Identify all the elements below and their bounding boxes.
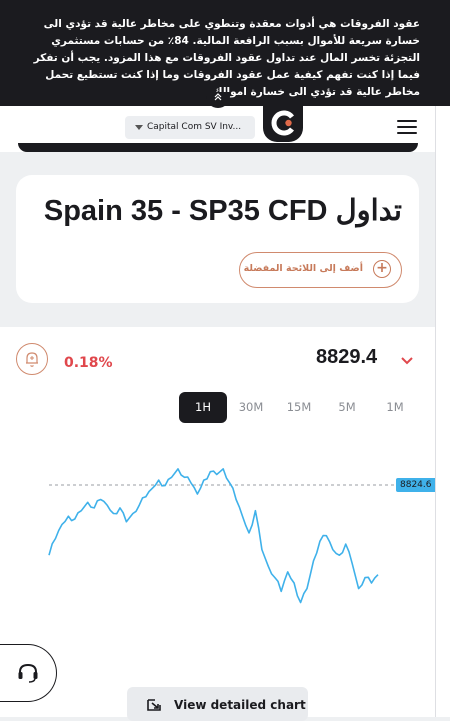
bell-icon bbox=[26, 352, 38, 367]
entity-selector[interactable]: Capital Com SV Inv... bbox=[125, 116, 255, 139]
timeframe-5m[interactable]: 5M bbox=[323, 392, 371, 423]
last-price-label: 8824.6 bbox=[396, 478, 436, 493]
timeframe-1h[interactable]: 1H bbox=[179, 392, 227, 423]
hamburger-menu-icon[interactable] bbox=[397, 120, 417, 134]
risk-warning-banner: عقود الفروقات هي أدوات معقدة وتنطوي على … bbox=[0, 0, 450, 106]
price-alert-button[interactable] bbox=[16, 343, 48, 375]
caret-down-icon bbox=[135, 125, 143, 130]
page-title: تداول Spain 35 - SP35 CFD bbox=[43, 195, 402, 227]
risk-warning-text: عقود الفروقات هي أدوات معقدة وتنطوي على … bbox=[33, 18, 420, 98]
timeframe-1m[interactable]: 1M bbox=[371, 392, 419, 423]
add-to-favorites-button[interactable]: + أضف إلى اللائحة المفضلة bbox=[239, 252, 402, 288]
add-to-favorites-label: أضف إلى اللائحة المفضلة bbox=[243, 263, 363, 274]
current-price: 8829.4 bbox=[316, 346, 378, 368]
capital-com-logo[interactable] bbox=[263, 104, 303, 142]
divider bbox=[435, 106, 436, 717]
right-edge-strip bbox=[436, 0, 450, 717]
expand-arrow-icon bbox=[147, 699, 161, 711]
timeframe-15m[interactable]: 15M bbox=[275, 392, 323, 423]
price-chart[interactable] bbox=[0, 427, 436, 627]
plus-circle-icon: + bbox=[373, 260, 391, 278]
timeframe-30m[interactable]: 30M bbox=[227, 392, 275, 423]
price-change: 0.18% bbox=[64, 355, 113, 371]
view-detailed-chart-label: View detailed chart bbox=[174, 698, 306, 712]
instrument-title-card: تداول Spain 35 - SP35 CFD + أضف إلى اللا… bbox=[16, 175, 419, 303]
header-underline bbox=[18, 143, 418, 152]
chevron-down-icon[interactable] bbox=[401, 357, 413, 365]
price-series-line bbox=[48, 468, 379, 604]
support-button[interactable] bbox=[0, 644, 57, 702]
headset-icon bbox=[18, 663, 38, 683]
view-detailed-chart-button[interactable]: View detailed chart bbox=[127, 687, 308, 721]
chart-panel: 0.18% 8829.4 1H 30M 15M 5M 1M 8824.6 bbox=[0, 327, 436, 717]
entity-selector-label: Capital Com SV Inv... bbox=[147, 122, 242, 132]
